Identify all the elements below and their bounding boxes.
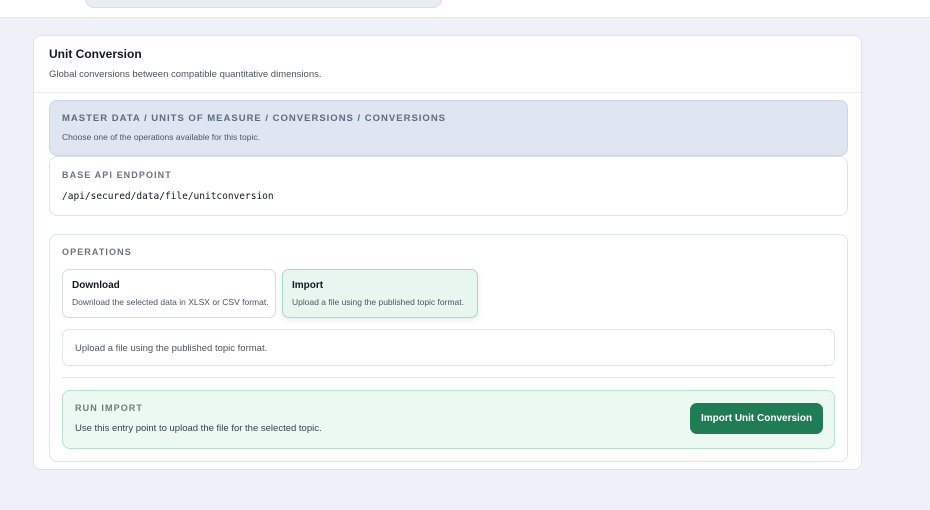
import-unit-conversion-button[interactable]: Import Unit Conversion bbox=[690, 403, 823, 434]
selected-operation-description: Upload a file using the published topic … bbox=[75, 343, 268, 354]
divider bbox=[62, 377, 835, 378]
top-bar bbox=[0, 0, 930, 18]
operation-title: Download bbox=[72, 280, 120, 291]
page-subtitle: Global conversions between compatible qu… bbox=[49, 69, 322, 80]
breadcrumb-subtitle: Choose one of the operations available f… bbox=[62, 132, 260, 142]
endpoint-path: /api/secured/data/file/unitconversion bbox=[62, 191, 274, 202]
api-endpoint-panel: BASE API ENDPOINT /api/secured/data/file… bbox=[49, 156, 848, 216]
run-import-label: RUN IMPORT bbox=[75, 403, 143, 413]
operation-description: Upload a file using the published topic … bbox=[292, 297, 464, 307]
card-header: Unit Conversion Global conversions betwe… bbox=[34, 36, 861, 93]
unit-conversion-card: Unit Conversion Global conversions betwe… bbox=[33, 35, 862, 470]
breadcrumb-path: MASTER DATA / UNITS OF MEASURE / CONVERS… bbox=[62, 113, 447, 124]
breadcrumb: MASTER DATA / UNITS OF MEASURE / CONVERS… bbox=[49, 100, 848, 156]
operation-description: Download the selected data in XLSX or CS… bbox=[72, 297, 269, 307]
selected-operation-info: Upload a file using the published topic … bbox=[62, 329, 835, 366]
operation-title: Import bbox=[292, 280, 324, 291]
download-operation-button[interactable]: Download Download the selected data in X… bbox=[62, 269, 276, 318]
run-import-panel: RUN IMPORT Use this entry point to uploa… bbox=[62, 390, 835, 449]
operations-panel: OPERATIONS Download Download the selecte… bbox=[49, 234, 848, 462]
top-search-field[interactable] bbox=[85, 0, 442, 8]
import-operation-button[interactable]: Import Upload a file using the published… bbox=[282, 269, 478, 318]
page-title: Unit Conversion bbox=[49, 47, 142, 61]
endpoint-label: BASE API ENDPOINT bbox=[62, 170, 172, 180]
operations-label: OPERATIONS bbox=[62, 247, 132, 257]
run-import-description: Use this entry point to upload the file … bbox=[75, 423, 322, 434]
